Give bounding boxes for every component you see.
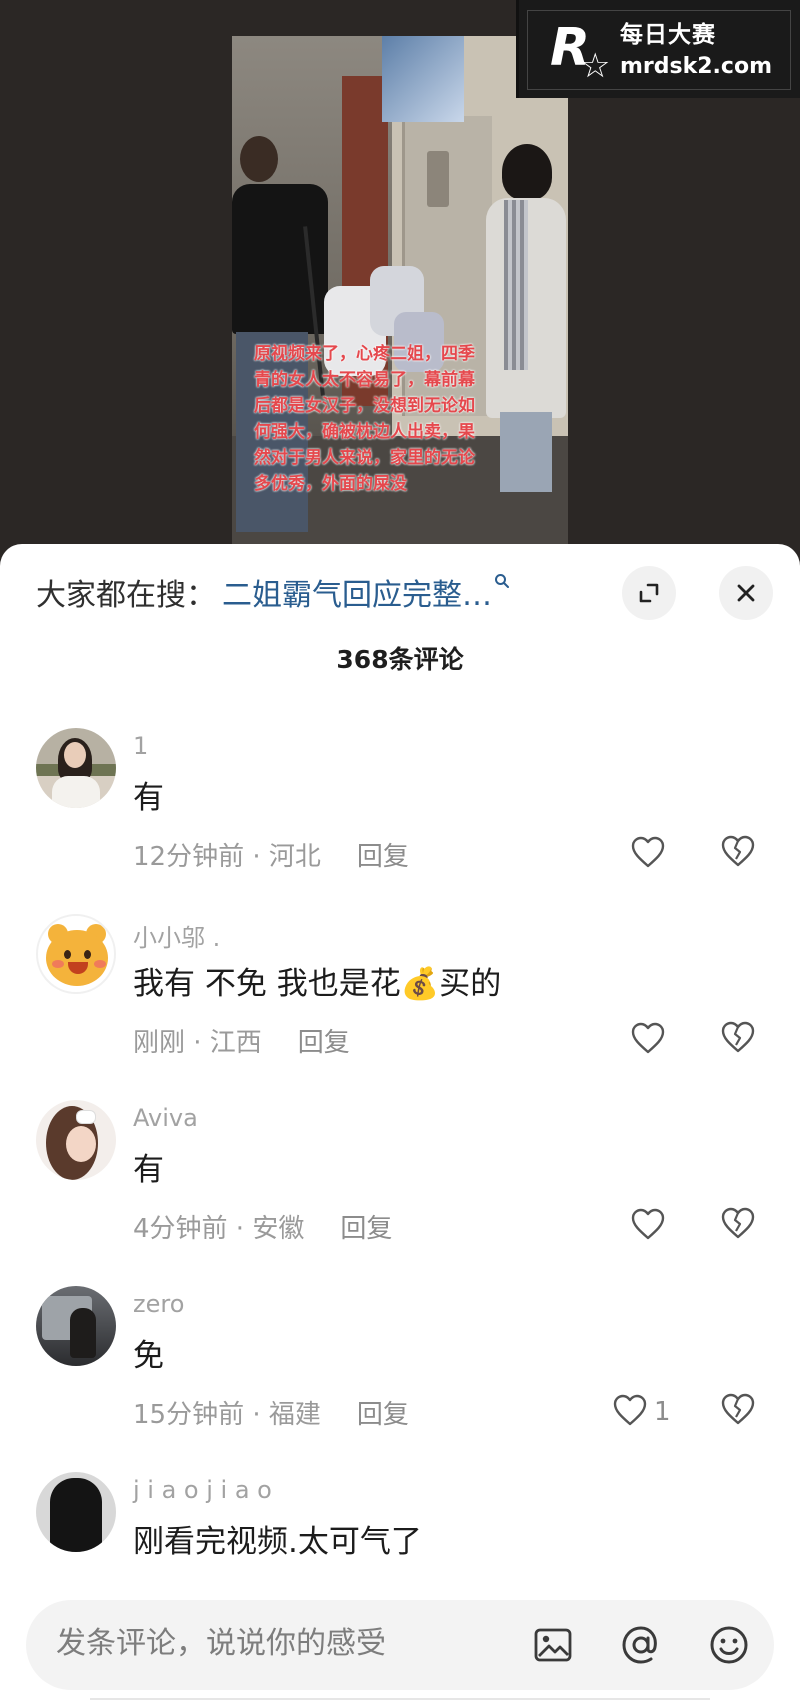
comment-text: 我有 不免 我也是花💰买的 (133, 966, 502, 1002)
trending-search-prefix: 大家都在搜： (36, 578, 216, 613)
emoji-icon[interactable] (706, 1622, 752, 1668)
like-button[interactable] (630, 1020, 672, 1060)
broken-heart-icon[interactable] (720, 834, 756, 874)
heart-icon[interactable] (630, 835, 666, 873)
avatar[interactable] (36, 1286, 116, 1366)
watermark: R ☆ 每日大赛 mrdsk2.com (516, 0, 800, 98)
comment-username[interactable]: Aviva (133, 1104, 198, 1132)
comment-meta: 刚刚 · 江西 回复 (133, 1022, 350, 1059)
comment-text: 免 (133, 1338, 164, 1374)
heart-icon[interactable] (612, 1393, 648, 1431)
at-icon[interactable] (618, 1622, 664, 1668)
trending-search[interactable]: 大家都在搜： 二姐霸气回应完整… (36, 570, 510, 614)
comment-text: 有 (133, 1152, 164, 1188)
comment-time-location: 15分钟前 · 福建 (133, 1400, 321, 1430)
watermark-site-name: 每日大赛 (620, 22, 716, 48)
comment-username[interactable]: 小小邬 . (133, 918, 220, 953)
reply-button[interactable]: 回复 (357, 1394, 409, 1431)
comment-count: 368条评论 (336, 645, 464, 674)
search-icon[interactable] (494, 570, 510, 595)
comment-username[interactable]: j i a o j i a o (133, 1476, 272, 1504)
video-elevator-panel (427, 151, 449, 207)
avatar[interactable] (36, 1100, 116, 1180)
like-count: 1 (654, 1397, 671, 1427)
video-person-right (482, 112, 568, 492)
comment-time-location: 12分钟前 · 河北 (133, 842, 321, 872)
heart-icon[interactable] (630, 1207, 666, 1245)
broken-heart-icon[interactable] (720, 1020, 756, 1060)
comment-text: 有 (133, 780, 164, 816)
comment-time-location: 4分钟前 · 安徽 (133, 1214, 305, 1244)
like-button[interactable] (630, 1206, 672, 1246)
expand-icon[interactable] (622, 566, 676, 620)
broken-heart-icon[interactable] (720, 1392, 756, 1432)
comment-time-location: 刚刚 · 江西 (133, 1028, 262, 1058)
comment-meta: 4分钟前 · 安徽 回复 (133, 1208, 392, 1245)
reply-button[interactable]: 回复 (298, 1022, 350, 1059)
comment-item: Aviva 有 4分钟前 · 安徽 回复 (0, 1100, 800, 1270)
reply-button[interactable]: 回复 (340, 1208, 392, 1245)
like-button[interactable] (630, 834, 672, 874)
comment-item: 小小邬 . 我有 不免 我也是花💰买的 刚刚 · 江西 回复 (0, 914, 800, 1084)
page: 原视频来了，心疼二姐，四季青的女人太不容易了，幕前幕后都是女汉子，没想到无论如何… (0, 0, 800, 1706)
comment-meta: 15分钟前 · 福建 回复 (133, 1394, 409, 1431)
comment-input-bar[interactable] (26, 1600, 774, 1690)
comment-username[interactable]: zero (133, 1290, 184, 1318)
heart-icon[interactable] (630, 1021, 666, 1059)
comment-username[interactable]: 1 (133, 732, 148, 760)
watermark-url: mrdsk2.com (620, 54, 772, 79)
comment-text: 刚看完视频.太可气了 (133, 1524, 422, 1560)
avatar[interactable] (36, 728, 116, 808)
close-icon[interactable] (719, 566, 773, 620)
avatar[interactable] (36, 914, 116, 994)
broken-heart-icon[interactable] (720, 1206, 756, 1246)
avatar[interactable] (36, 1472, 116, 1552)
bottom-divider (90, 1698, 710, 1700)
image-icon[interactable] (530, 1622, 576, 1668)
comment-meta: 12分钟前 · 河北 回复 (133, 836, 409, 873)
watermark-logo: R ☆ (550, 19, 610, 83)
video-player[interactable]: 原视频来了，心疼二姐，四季青的女人太不容易了，幕前幕后都是女汉子，没想到无论如何… (0, 0, 800, 560)
like-button[interactable]: 1 (612, 1392, 671, 1432)
comment-sheet: 大家都在搜： 二姐霸气回应完整… 368条评论 1 有 12分钟前 · 河北 回… (0, 544, 800, 1706)
star-icon: ☆ (580, 46, 611, 86)
video-screen (382, 36, 464, 122)
video-frame[interactable]: 原视频来了，心疼二姐，四季青的女人太不容易了，幕前幕后都是女汉子，没想到无论如何… (232, 36, 568, 560)
comment-item: zero 免 15分钟前 · 福建 回复 1 (0, 1286, 800, 1456)
trending-search-link[interactable]: 二姐霸气回应完整… (222, 570, 492, 614)
video-caption: 原视频来了，心疼二姐，四季青的女人太不容易了，幕前幕后都是女汉子，没想到无论如何… (254, 344, 475, 494)
comment-input[interactable] (56, 1626, 476, 1661)
comment-item: 1 有 12分钟前 · 河北 回复 (0, 728, 800, 898)
reply-button[interactable]: 回复 (357, 836, 409, 873)
